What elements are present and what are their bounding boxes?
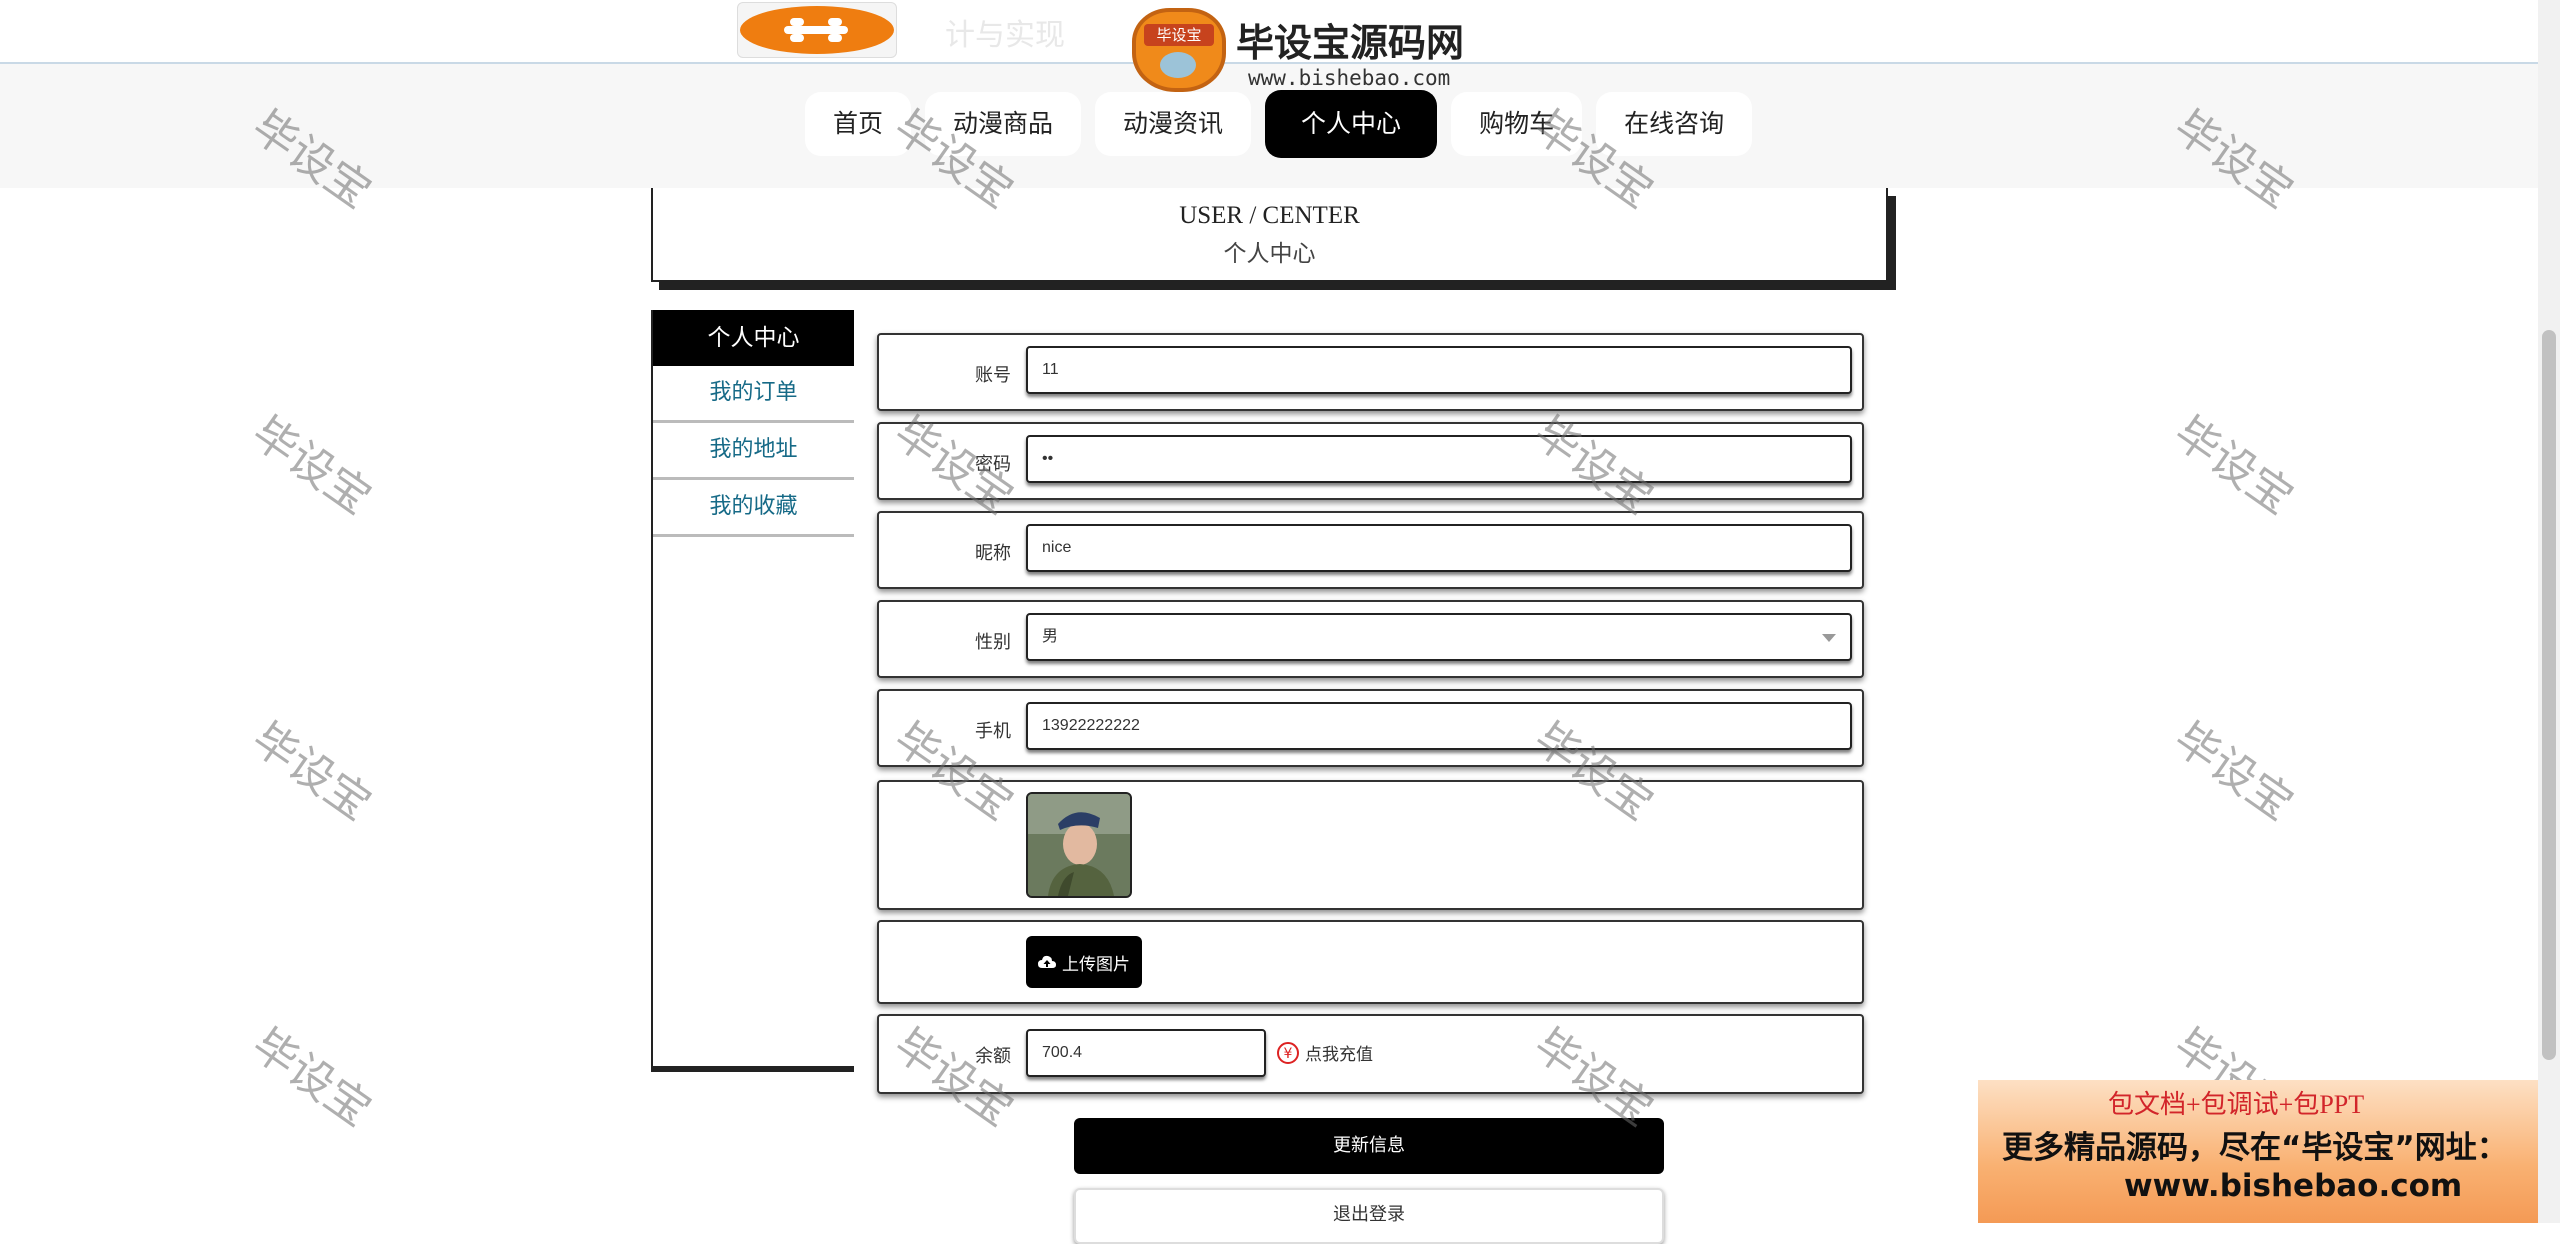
sidebar-item-address[interactable]: 我的地址 — [653, 423, 854, 480]
phone-input[interactable]: 13922222222 — [1026, 702, 1852, 750]
recharge-link[interactable]: ¥ 点我充值 — [1277, 1040, 1373, 1065]
nav-online-consult[interactable]: 在线咨询 — [1596, 92, 1753, 156]
nav-cart[interactable]: 购物车 — [1451, 92, 1583, 156]
update-info-button[interactable]: 更新信息 — [1074, 1118, 1664, 1174]
scroll-thumb[interactable] — [2542, 330, 2556, 1060]
nav-anime-news[interactable]: 动漫资讯 — [1095, 92, 1252, 156]
form-row-gender: 性别 男 — [877, 600, 1864, 678]
mascot-icon: 毕设宝 — [1132, 8, 1226, 92]
gender-value: 男 — [1042, 628, 1059, 645]
site-logo[interactable] — [737, 2, 897, 58]
chevron-down-icon — [1822, 634, 1836, 642]
nickname-input[interactable]: nice — [1026, 524, 1852, 572]
logo-icon — [740, 6, 894, 54]
badge-title: 毕设宝源码网 — [1236, 21, 1465, 65]
password-input[interactable]: •• — [1026, 435, 1852, 483]
promo-url: www.bishebao.com — [2124, 1168, 2463, 1204]
sidebar-title[interactable]: 个人中心 — [653, 310, 854, 366]
avatar — [1026, 792, 1132, 898]
page-heading-cn: 个人中心 — [1223, 241, 1316, 266]
balance-input[interactable]: 700.4 — [1026, 1029, 1266, 1077]
watermark: 毕设宝 — [2164, 712, 2303, 831]
logout-button[interactable]: 退出登录 — [1074, 1188, 1664, 1244]
sidebar-item-orders[interactable]: 我的订单 — [653, 366, 854, 423]
form-row-nickname: 昵称 nice — [877, 511, 1864, 589]
account-label: 账号 — [975, 365, 1011, 386]
avatar-photo-icon — [1028, 794, 1130, 896]
form-row-avatar — [877, 780, 1864, 910]
gender-label: 性别 — [975, 632, 1011, 653]
form-row-account: 账号 11 — [877, 333, 1864, 411]
badge-url: www.bishebao.com — [1248, 66, 1451, 90]
yen-icon: ¥ — [1277, 1041, 1299, 1064]
phone-label: 手机 — [975, 721, 1011, 742]
sidebar: 个人中心 我的订单 我的地址 我的收藏 — [651, 310, 854, 1068]
nav-home[interactable]: 首页 — [805, 92, 912, 156]
promo-banner[interactable]: 包文档+包调试+包PPT 更多精品源码，尽在“毕设宝”网址： www.bishe… — [1978, 1080, 2538, 1223]
badge-text: 毕设宝 — [1144, 24, 1214, 46]
page-scrollbar[interactable] — [2538, 0, 2560, 1223]
site-title: 计与实现 — [945, 18, 1065, 53]
upload-image-label: 上传图片 — [1062, 954, 1130, 975]
balance-label: 余额 — [975, 1046, 1011, 1067]
recharge-label: 点我充值 — [1305, 1045, 1373, 1065]
nickname-label: 昵称 — [975, 543, 1011, 564]
form-row-balance: 余额 700.4 ¥ 点我充值 — [877, 1014, 1864, 1094]
watermark: 毕设宝 — [242, 406, 381, 525]
form-row-upload: 上传图片 — [877, 920, 1864, 1004]
form-row-password: 密码 •• — [877, 422, 1864, 500]
form-row-phone: 手机 13922222222 — [877, 689, 1864, 767]
password-label: 密码 — [975, 454, 1011, 475]
sidebar-item-favorites[interactable]: 我的收藏 — [653, 480, 854, 537]
watermark: 毕设宝 — [242, 712, 381, 831]
watermark: 毕设宝 — [2164, 406, 2303, 525]
watermark-badge: 毕设宝 毕设宝源码网 www.bishebao.com — [1132, 8, 1502, 92]
cloud-upload-icon — [1038, 955, 1056, 968]
account-input[interactable]: 11 — [1026, 346, 1852, 394]
promo-top-text: 包文档+包调试+包PPT — [2108, 1090, 2365, 1119]
nav-user-center[interactable]: 个人中心 — [1265, 90, 1438, 158]
promo-middle-text: 更多精品源码，尽在“毕设宝”网址： — [2002, 1130, 2508, 1166]
page-heading: USER / CENTER 个人中心 — [651, 188, 1888, 282]
main-nav: 首页 动漫商品 动漫资讯 个人中心 购物车 在线咨询 — [805, 90, 1766, 158]
nav-anime-goods[interactable]: 动漫商品 — [925, 92, 1082, 156]
page-heading-en: USER / CENTER — [1179, 202, 1360, 229]
upload-image-button[interactable]: 上传图片 — [1026, 936, 1142, 988]
gender-select[interactable]: 男 — [1026, 613, 1852, 661]
watermark: 毕设宝 — [242, 1018, 381, 1137]
